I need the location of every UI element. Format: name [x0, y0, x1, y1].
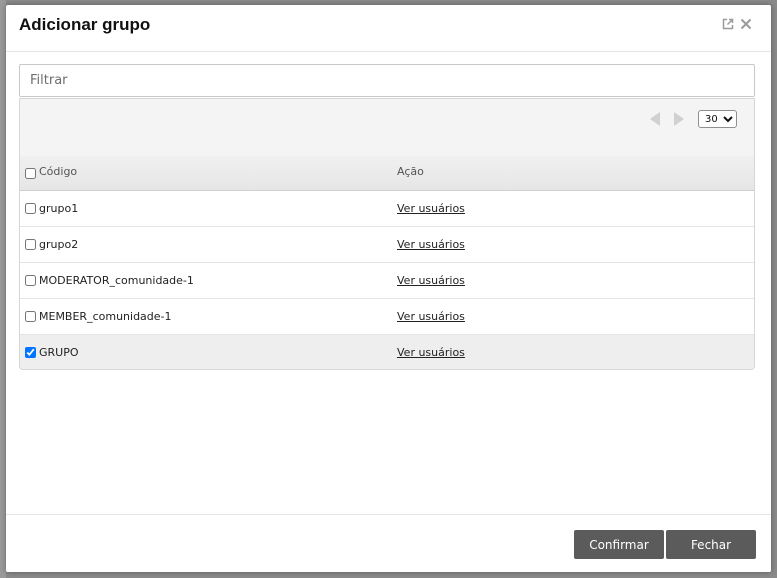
- filter-input[interactable]: [19, 64, 755, 97]
- close-icon[interactable]: [740, 18, 752, 30]
- table-row[interactable]: MODERATOR_comunidade-1 Ver usuários: [20, 263, 754, 299]
- view-users-link[interactable]: Ver usuários: [397, 274, 465, 287]
- view-users-link[interactable]: Ver usuários: [397, 346, 465, 359]
- pager-prev-icon[interactable]: [648, 111, 662, 127]
- external-link-icon[interactable]: [722, 18, 734, 30]
- grid-pager: 30: [20, 99, 754, 156]
- column-header-action: Ação: [397, 165, 424, 178]
- add-group-dialog: Adicionar grupo Filtrar 30 Código Ação g…: [6, 5, 771, 572]
- table-row[interactable]: MEMBER_comunidade-1 Ver usuários: [20, 299, 754, 335]
- dialog-header: Adicionar grupo: [6, 5, 771, 52]
- row-checkbox[interactable]: [25, 311, 36, 322]
- dialog-title: Adicionar grupo: [19, 15, 151, 34]
- groups-grid: 30 Código Ação grupo1 Ver usuários grupo…: [19, 98, 755, 370]
- table-body: grupo1 Ver usuários grupo2 Ver usuários …: [20, 191, 754, 369]
- close-button[interactable]: Fechar: [666, 530, 756, 559]
- row-code: MEMBER_comunidade-1: [39, 310, 172, 323]
- row-checkbox[interactable]: [25, 275, 36, 286]
- row-code: MODERATOR_comunidade-1: [39, 274, 194, 287]
- row-code: grupo2: [39, 238, 79, 251]
- select-all-checkbox[interactable]: [25, 168, 36, 179]
- table-row[interactable]: grupo2 Ver usuários: [20, 227, 754, 263]
- view-users-link[interactable]: Ver usuários: [397, 238, 465, 251]
- confirm-button[interactable]: Confirmar: [574, 530, 664, 559]
- table-header: Código Ação: [20, 156, 754, 191]
- row-code: GRUPO: [39, 346, 79, 359]
- pager-next-icon[interactable]: [672, 111, 686, 127]
- dialog-header-actions: [722, 18, 752, 30]
- dialog-footer: Confirmar Fechar: [6, 514, 771, 572]
- column-header-code[interactable]: Código: [39, 165, 77, 178]
- view-users-link[interactable]: Ver usuários: [397, 310, 465, 323]
- page-size-select[interactable]: 30: [698, 110, 737, 128]
- table-row[interactable]: GRUPO Ver usuários: [20, 335, 754, 369]
- row-code: grupo1: [39, 202, 79, 215]
- view-users-link[interactable]: Ver usuários: [397, 202, 465, 215]
- row-checkbox[interactable]: [25, 239, 36, 250]
- row-checkbox[interactable]: [25, 347, 36, 358]
- row-checkbox[interactable]: [25, 203, 36, 214]
- table-row[interactable]: grupo1 Ver usuários: [20, 191, 754, 227]
